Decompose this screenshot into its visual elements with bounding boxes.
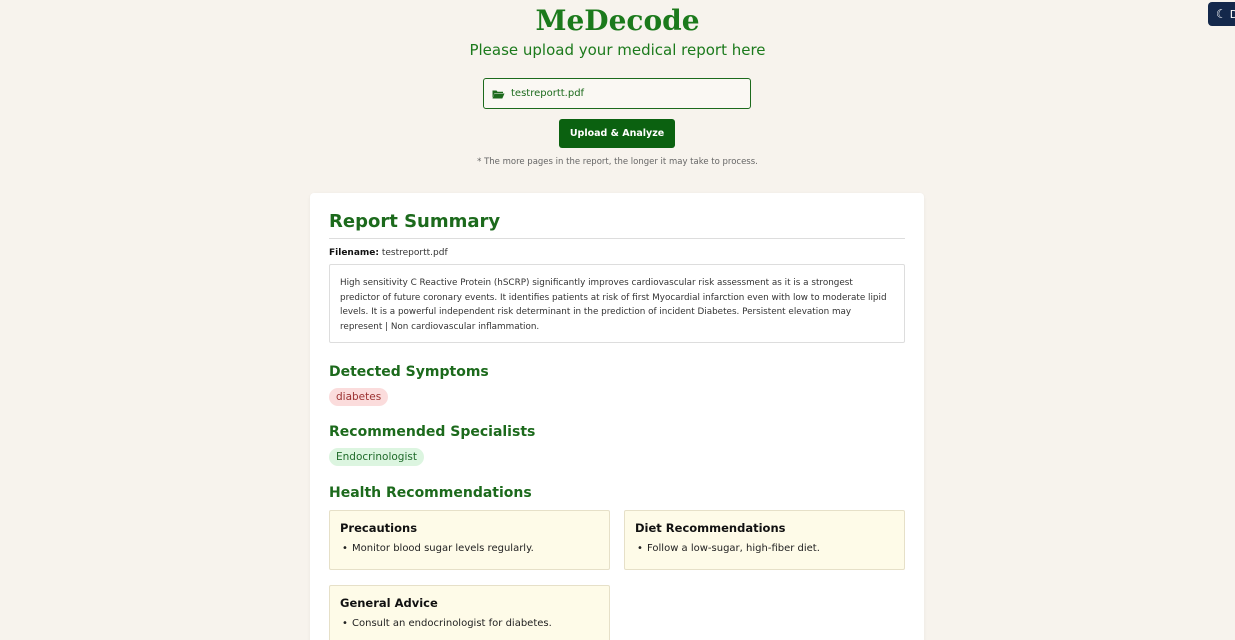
upload-analyze-button[interactable]: Upload & Analyze — [559, 119, 675, 148]
summary-text: High sensitivity C Reactive Protein (hSC… — [329, 264, 905, 343]
list-item: Follow a low-sugar, high-fiber diet. — [635, 543, 894, 554]
symptom-tag: diabetes — [329, 388, 389, 406]
list-item: Consult an endocrinologist for diabetes. — [340, 618, 599, 629]
page-subtitle: Please upload your medical report here — [469, 41, 766, 59]
selected-file-name: testreportt.pdf — [511, 88, 585, 99]
folder-open-icon — [492, 90, 505, 98]
recommended-specialists-title: Recommended Specialists — [329, 424, 536, 440]
report-summary-card: Report Summary Filename: testreportt.pdf… — [310, 193, 924, 640]
list-item: Monitor blood sugar levels regularly. — [340, 543, 599, 554]
specialist-tag: Endocrinologist — [329, 448, 424, 466]
symptoms-list: diabetes — [329, 380, 905, 406]
diet-recommendations-title: Diet Recommendations — [635, 521, 786, 535]
general-advice-card: General Advice Consult an endocrinologis… — [329, 585, 610, 640]
specialists-list: Endocrinologist — [329, 440, 905, 466]
general-advice-list: Consult an endocrinologist for diabetes. — [340, 618, 599, 629]
health-recommendations-title: Health Recommendations — [329, 485, 532, 501]
recommendations-grid: Precautions Monitor blood sugar levels r… — [329, 510, 905, 640]
filename-row: Filename: testreportt.pdf — [329, 248, 905, 258]
filename-label: Filename: — [329, 248, 379, 258]
detected-symptoms-title: Detected Symptoms — [329, 364, 489, 380]
filename-value: testreportt.pdf — [381, 248, 448, 258]
diet-recommendations-card: Diet Recommendations Follow a low-sugar,… — [624, 510, 905, 570]
app-title: MeDecode — [535, 4, 700, 37]
report-summary-title: Report Summary — [329, 211, 905, 239]
precautions-card: Precautions Monitor blood sugar levels r… — [329, 510, 610, 570]
diet-recommendations-list: Follow a low-sugar, high-fiber diet. — [635, 543, 894, 554]
processing-note: * The more pages in the report, the long… — [477, 157, 758, 167]
precautions-list: Monitor blood sugar levels regularly. — [340, 543, 599, 554]
general-advice-title: General Advice — [340, 596, 438, 610]
precautions-title: Precautions — [340, 521, 418, 535]
file-input[interactable]: testreportt.pdf — [483, 78, 751, 109]
